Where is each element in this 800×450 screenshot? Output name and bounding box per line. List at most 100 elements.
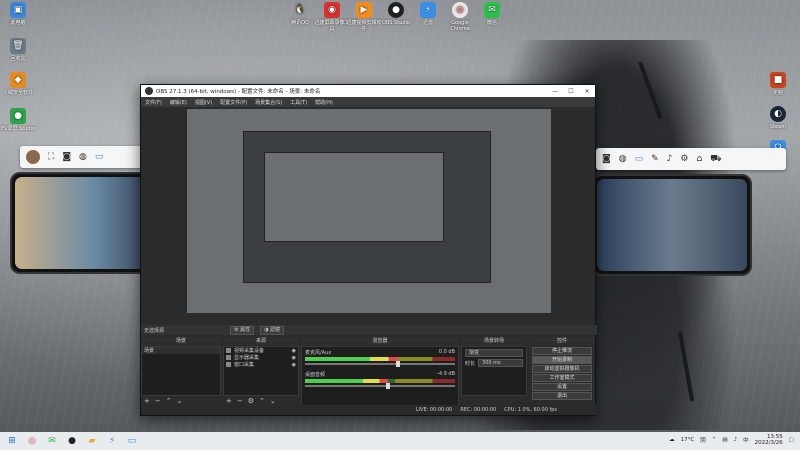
close-button[interactable]: ✕ [579, 85, 595, 97]
clock[interactable]: 13:55 2022/3/26 [755, 434, 783, 446]
pen-icon[interactable]: ✎ [651, 154, 659, 164]
settings-button[interactable]: 设置 [532, 383, 592, 391]
remove-icon[interactable]: − [155, 397, 161, 405]
move-up-icon[interactable]: ⌃ [259, 397, 265, 405]
network-icon[interactable]: ▤ [722, 437, 727, 443]
slider-handle[interactable] [385, 383, 390, 389]
phone-mirror-right[interactable] [592, 174, 752, 276]
volume-slider[interactable] [305, 383, 455, 389]
camera-icon[interactable]: ◙ [602, 154, 611, 164]
properties-button[interactable]: ⚙ 属性 [230, 325, 255, 335]
desktop-icon-chrome[interactable]: ◎ Google Chrome [442, 2, 478, 32]
duration-input[interactable]: 300 ms [478, 359, 523, 367]
virtual-camera-button[interactable]: 启动虚拟摄像机 [532, 365, 592, 373]
menu-help[interactable]: 帮助(H) [315, 99, 333, 106]
menu-tools[interactable]: 工具(T) [290, 99, 307, 106]
move-down-icon[interactable]: ⌄ [177, 397, 183, 405]
home-icon[interactable]: ⌂ [696, 154, 702, 164]
menu-view[interactable]: 视图(V) [195, 99, 212, 106]
add-icon[interactable]: + [144, 397, 150, 405]
obs-menubar: 文件(F) 编辑(E) 视图(V) 配置文件(P) 场景集合(S) 工具(T) … [141, 97, 595, 107]
notification-icon[interactable]: ▢ [789, 437, 794, 443]
filters-button[interactable]: ◑ 滤镜 [260, 325, 285, 335]
obs-icon[interactable]: ● [64, 433, 80, 449]
desktop-icon-wechat[interactable]: ✉ 微信 [474, 2, 510, 26]
phone-screen-game [15, 177, 147, 269]
camera-icon[interactable]: ◙ [62, 152, 71, 162]
obs-statusbar: LIVE: 00:00:00 REC: 00:00:00 CPU: 1.0%, … [141, 405, 597, 415]
transition-duration-row: 时长 300 ms [465, 359, 523, 367]
obs-preview[interactable] [187, 109, 551, 313]
record-icon[interactable]: ◍ [619, 154, 627, 164]
source-item[interactable]: 显示器采集 ◉ [224, 354, 298, 361]
scene-item[interactable]: 场景 [142, 347, 220, 354]
desktop-icon-recycle-bin[interactable]: 🗑 回收站 [0, 38, 36, 62]
menu-scene-collection[interactable]: 场景集合(S) [255, 99, 282, 106]
chevron-up-icon[interactable]: ⌃ [712, 437, 717, 443]
remove-icon[interactable]: − [237, 397, 243, 405]
stop-streaming-button[interactable]: 停止推流 [532, 347, 592, 355]
ime-indicator[interactable]: 中 [743, 436, 749, 444]
desktop-icon-computer[interactable]: ▣ 此电脑 [0, 2, 36, 26]
eye-icon[interactable]: ◉ [292, 362, 296, 368]
transition-select[interactable]: 渐变 [465, 349, 523, 357]
record-icon[interactable]: ◍ [79, 152, 87, 162]
obs-titlebar[interactable]: OBS 27.1.3 (64-bit, windows) - 配置文件: 未命名… [141, 85, 595, 97]
temperature[interactable]: 17°C [681, 437, 695, 443]
minimize-button[interactable]: — [547, 85, 563, 97]
obs-window[interactable]: OBS 27.1.3 (64-bit, windows) - 配置文件: 未命名… [140, 84, 597, 416]
volume-icon[interactable]: ♪ [734, 437, 738, 443]
weather-text[interactable]: 阴 [700, 436, 706, 444]
transitions-panel[interactable]: 渐变 时长 300 ms [461, 346, 527, 396]
desktop-icon-video-editor[interactable]: ▶ 迅捷视频剪辑软件 [346, 2, 382, 32]
mute-icon[interactable]: ♪ [667, 154, 673, 164]
settings-icon[interactable]: ⚙ [680, 154, 688, 164]
menu-edit[interactable]: 编辑(E) [170, 99, 187, 106]
desktop-icon-custom-app[interactable]: ■ 定制 [760, 72, 796, 96]
thunder-icon[interactable]: ⚡ [104, 433, 120, 449]
source-item[interactable]: 视频采集设备 ◉ [224, 347, 298, 354]
screen-icon[interactable]: ▭ [635, 154, 644, 164]
move-down-icon[interactable]: ⌄ [270, 397, 276, 405]
folder-icon[interactable]: ▰ [84, 433, 100, 449]
slider-handle[interactable] [396, 361, 400, 367]
phone-mirror-icon[interactable]: ▭ [124, 433, 140, 449]
studio-mode-button[interactable]: 工作室模式 [532, 374, 592, 382]
exit-button[interactable]: 退出 [532, 392, 592, 400]
desktop-icon-thunder[interactable]: ⚡ 迅雷 [410, 2, 446, 26]
wechat-icon[interactable]: ✉ [44, 433, 60, 449]
chrome-icon[interactable]: ◎ [24, 433, 40, 449]
source-toolbar: 无选择源 ⚙ 属性 ◑ 滤镜 [141, 325, 597, 335]
desktop-icon-steam[interactable]: ◐ Steam [760, 106, 796, 130]
window-icon [226, 362, 231, 367]
desktop-icon-ev-recorder[interactable]: ● EV录屏 Studio [0, 108, 36, 132]
windows-start-icon[interactable]: ⊞ [4, 433, 20, 449]
maximize-button[interactable]: ☐ [563, 85, 579, 97]
qq-icon: 🐧 [294, 5, 306, 15]
settings-icon[interactable]: ⚙ [248, 397, 254, 405]
menu-file[interactable]: 文件(F) [145, 99, 162, 106]
add-icon[interactable]: + [226, 397, 232, 405]
desktop-icon-qq[interactable]: 🐧 腾讯QQ [282, 2, 318, 27]
phone-mirror-left[interactable] [10, 172, 152, 274]
scenes-panel[interactable]: 场景 [141, 346, 221, 396]
volume-slider[interactable] [305, 361, 455, 367]
mixer-panel[interactable]: 麦克风/Aux 0.0 dB 桌面音频 -4.9 dB [301, 346, 459, 406]
obs-icon: ● [388, 2, 404, 18]
avatar[interactable] [26, 150, 40, 164]
desktop-icon-huorong[interactable]: ◆ 火绒安全软件 [0, 72, 36, 96]
meter-level [305, 357, 398, 361]
cart-icon[interactable]: ⛟ [710, 154, 721, 165]
source-item[interactable]: 窗口采集 ◉ [224, 361, 298, 368]
fullscreen-icon[interactable]: ⛶ [48, 152, 54, 162]
start-recording-button[interactable]: 开始录制 [532, 356, 592, 364]
eye-icon[interactable]: ◉ [292, 348, 296, 354]
weather-icon[interactable]: ☁ [669, 437, 675, 443]
sources-panel[interactable]: 视频采集设备 ◉ 显示器采集 ◉ 窗口采集 ◉ [223, 346, 299, 396]
menu-profile[interactable]: 配置文件(P) [220, 99, 247, 106]
eye-icon[interactable]: ◉ [292, 355, 296, 361]
desktop-icon-recorder[interactable]: ◉ 迅捷屏幕录像工具 [314, 2, 350, 32]
move-up-icon[interactable]: ⌃ [166, 397, 172, 405]
screen-icon[interactable]: ▭ [95, 152, 104, 162]
desktop-icon-obs[interactable]: ● OBS Studio [378, 2, 414, 26]
